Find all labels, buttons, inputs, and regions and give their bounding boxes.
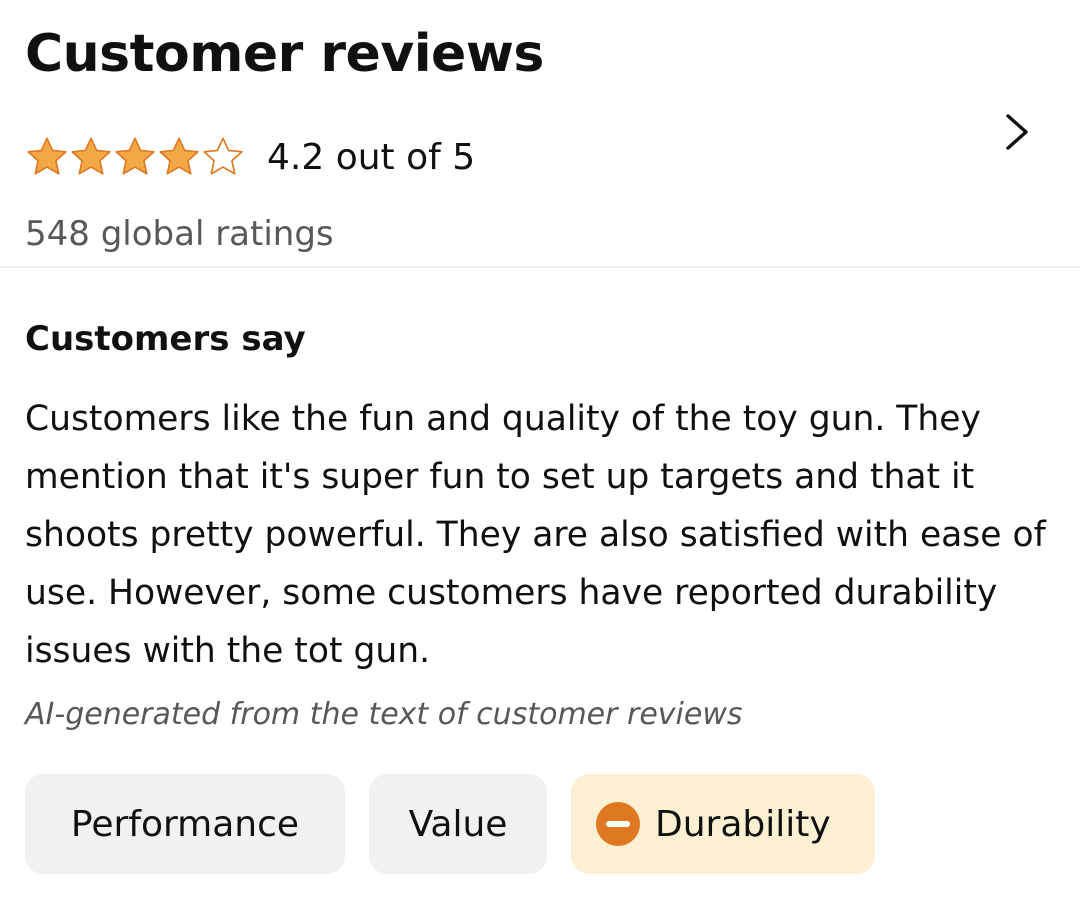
aspect-chip-label: Durability	[655, 803, 831, 845]
aspect-chip-performance[interactable]: Performance	[25, 774, 345, 874]
minus-circle-icon	[596, 802, 640, 846]
star-full-icon	[71, 137, 111, 175]
rating-summary[interactable]: 4.2 out of 5	[25, 130, 475, 184]
aspect-chip-label: Performance	[70, 803, 300, 845]
customer-reviews-section: Customer reviews 4.2 out of 5 548 global…	[0, 0, 1080, 914]
aspect-chip-value[interactable]: Value	[369, 774, 547, 874]
star-full-icon	[159, 137, 199, 175]
aspect-chip-label: Value	[408, 803, 508, 845]
customers-say-heading: Customers say	[25, 319, 306, 359]
star-full-icon	[27, 137, 67, 175]
review-summary-text: Customers like the fun and quality of th…	[25, 399, 1046, 671]
global-ratings-count: 548 global ratings	[25, 214, 334, 254]
star-full-icon	[115, 137, 155, 175]
section-divider	[0, 266, 1080, 268]
chevron-right-icon[interactable]	[995, 108, 1039, 156]
star-empty-icon	[203, 137, 243, 175]
aspect-chips: Performance Value Durability	[25, 774, 899, 874]
star-rating	[25, 135, 245, 179]
rating-text: 4.2 out of 5	[267, 136, 476, 178]
section-title: Customer reviews	[25, 24, 544, 84]
ai-generated-note: AI-generated from the text of customer r…	[25, 697, 743, 732]
aspect-chip-durability[interactable]: Durability	[571, 774, 875, 874]
